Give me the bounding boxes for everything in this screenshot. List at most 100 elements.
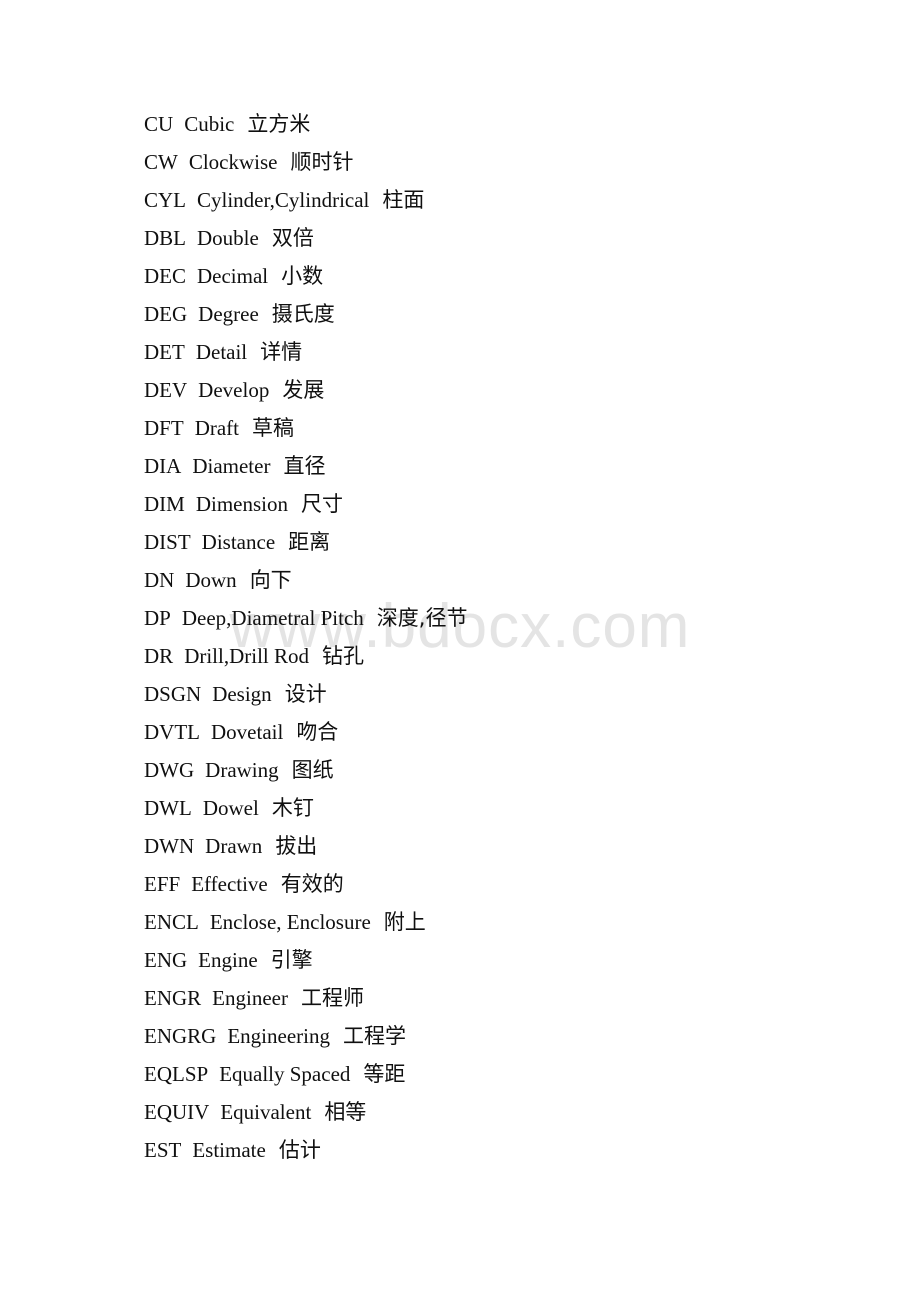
entry-abbreviation: DIM (144, 492, 185, 516)
entry-chinese: 立方米 (247, 112, 311, 136)
entry-abbreviation: DVTL (144, 720, 200, 744)
entry-chinese: 木钉 (271, 796, 314, 820)
glossary-entry: DBL Double 双倍 (144, 219, 844, 257)
entry-english: Detail (195, 340, 248, 364)
entry-chinese: 引擎 (270, 948, 313, 972)
entry-abbreviation: DWG (144, 758, 195, 782)
entry-chinese: 尺寸 (301, 492, 344, 516)
glossary-entry: EQUIV Equivalent 相等 (144, 1093, 844, 1131)
entry-english: Engineer (212, 986, 288, 1010)
glossary-entry: DWG Drawing 图纸 (144, 751, 844, 789)
entry-chinese: 图纸 (291, 758, 334, 782)
entry-chinese: 估计 (278, 1138, 321, 1162)
entry-english: Draft (194, 416, 239, 440)
entry-chinese: 摄氏度 (271, 302, 335, 326)
glossary-entry: DEV Develop 发展 (144, 371, 844, 409)
glossary-entry: DIA Diameter 直径 (144, 447, 844, 485)
entry-abbreviation: DBL (144, 226, 186, 250)
entry-chinese: 发展 (282, 378, 325, 402)
entry-abbreviation: EFF (144, 872, 181, 896)
entry-chinese: 设计 (284, 682, 327, 706)
entry-chinese: 距离 (288, 530, 331, 554)
entry-chinese: 向下 (249, 568, 292, 592)
entry-english: Down (185, 568, 237, 592)
entry-abbreviation: DWN (144, 834, 195, 858)
entry-chinese: 工程学 (342, 1024, 406, 1048)
entry-english: Decimal (197, 264, 269, 288)
glossary-entry: DSGN Design 设计 (144, 675, 844, 713)
entry-abbreviation: DIA (144, 454, 182, 478)
glossary-entry: DFT Draft 草稿 (144, 409, 844, 447)
entry-english: Dimension (195, 492, 289, 516)
entry-chinese: 钻孔 (322, 644, 365, 668)
entry-chinese: 等距 (363, 1062, 406, 1086)
entry-abbreviation: CU (144, 112, 174, 136)
entry-chinese: 拔出 (275, 834, 318, 858)
entry-chinese: 小数 (281, 264, 324, 288)
entry-abbreviation: DSGN (144, 682, 202, 706)
entry-english: Equally Spaced (219, 1062, 351, 1086)
entry-abbreviation: DIST (144, 530, 191, 554)
entry-chinese: 附上 (383, 910, 426, 934)
entry-english: Drawing (205, 758, 279, 782)
entry-chinese: 草稿 (252, 416, 294, 440)
entry-abbreviation: DR (144, 644, 174, 668)
entry-abbreviation: EQLSP (144, 1062, 209, 1086)
entry-abbreviation: DEV (144, 378, 188, 402)
entry-english: Drawn (205, 834, 263, 858)
entry-abbreviation: ENGR (144, 986, 202, 1010)
glossary-entry: DEG Degree 摄氏度 (144, 295, 844, 333)
entry-english: Enclose, Enclosure (209, 910, 371, 934)
entry-abbreviation: DP (144, 606, 171, 630)
entry-abbreviation: CYL (144, 188, 186, 212)
glossary-entry: EFF Effective 有效的 (144, 865, 844, 903)
entry-english: Estimate (192, 1138, 266, 1162)
entry-chinese: 深度,径节 (376, 606, 468, 630)
glossary-entry: ENGR Engineer 工程师 (144, 979, 844, 1017)
glossary-entry: ENG Engine 引擎 (144, 941, 844, 979)
entry-abbreviation: ENGRG (144, 1024, 217, 1048)
entry-english: Diameter (192, 454, 271, 478)
entry-chinese: 工程师 (300, 986, 364, 1010)
entry-chinese: 吻合 (296, 720, 339, 744)
glossary-entry: DWL Dowel 木钉 (144, 789, 844, 827)
entry-abbreviation: DEC (144, 264, 186, 288)
entry-chinese: 直径 (283, 454, 326, 478)
document-page: www.bdocx.com CU Cubic 立方米 CW Clockwise 顺时针 CY… (0, 0, 920, 1302)
glossary-entry: ENGRG Engineering 工程学 (144, 1017, 844, 1055)
entry-english: Develop (198, 378, 270, 402)
entry-english: Engineering (227, 1024, 330, 1048)
glossary-entry: DWN Drawn 拔出 (144, 827, 844, 865)
entry-english: Distance (201, 530, 276, 554)
glossary-entry: CW Clockwise 顺时针 (144, 143, 844, 181)
entry-chinese: 双倍 (271, 226, 314, 250)
entry-english: Dowel (202, 796, 259, 820)
entry-english: Cubic (184, 112, 235, 136)
entry-abbreviation: DN (144, 568, 175, 592)
entry-english: Clockwise (188, 150, 278, 174)
glossary-entry: EQLSP Equally Spaced 等距 (144, 1055, 844, 1093)
entry-english: Cylinder,Cylindrical (197, 188, 370, 212)
entry-abbreviation: DFT (144, 416, 184, 440)
entry-english: Equivalent (220, 1100, 312, 1124)
glossary-entry: DVTL Dovetail 吻合 (144, 713, 844, 751)
entry-english: Design (212, 682, 272, 706)
glossary-entry: EST Estimate 估计 (144, 1131, 844, 1169)
glossary-entry: CU Cubic 立方米 (144, 105, 844, 143)
glossary-entry: DEC Decimal 小数 (144, 257, 844, 295)
entry-abbreviation: DET (144, 340, 185, 364)
entry-abbreviation: ENCL (144, 910, 199, 934)
glossary-entry: CYL Cylinder,Cylindrical 柱面 (144, 181, 844, 219)
entry-english: Dovetail (211, 720, 284, 744)
entry-abbreviation: EST (144, 1138, 182, 1162)
entry-chinese: 顺时针 (290, 150, 354, 174)
entry-english: Double (197, 226, 259, 250)
entry-abbreviation: ENG (144, 948, 188, 972)
entry-english: Engine (198, 948, 258, 972)
glossary-entry: DN Down 向下 (144, 561, 844, 599)
entry-chinese: 相等 (324, 1100, 367, 1124)
entry-english: Drill,Drill Rod (184, 644, 310, 668)
entry-english: Degree (198, 302, 259, 326)
entry-abbreviation: CW (144, 150, 178, 174)
glossary-entry: DIM Dimension 尺寸 (144, 485, 844, 523)
